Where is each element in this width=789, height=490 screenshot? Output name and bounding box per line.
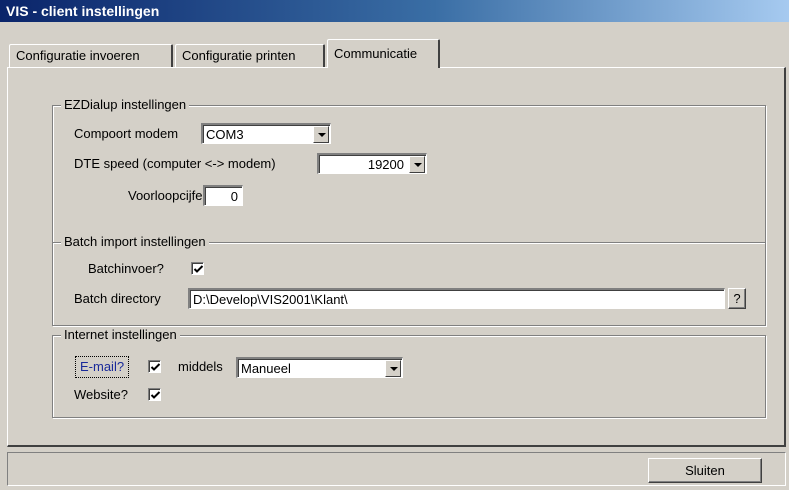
email-checkbox[interactable] <box>148 360 161 373</box>
batch-directory-value: D:\Develop\VIS2001\Klant\ <box>193 292 348 307</box>
voorloopcijfer-value: 0 <box>230 189 238 204</box>
chevron-down-icon[interactable] <box>385 360 401 377</box>
batch-directory-input[interactable]: D:\Develop\VIS2001\Klant\ <box>188 288 725 309</box>
tab-label: Configuratie printen <box>182 48 296 63</box>
tab-label: Communicatie <box>334 46 418 61</box>
chevron-down-icon[interactable] <box>313 126 329 143</box>
browse-button[interactable]: ? <box>728 288 746 309</box>
compoort-select[interactable]: COM3 <box>201 123 331 144</box>
window-title: VIS - client instellingen <box>0 0 789 22</box>
middels-select[interactable]: Manueel <box>236 357 403 378</box>
ezdialup-group: EZDialup instellingen Compoort modem COM… <box>52 97 766 243</box>
website-checkbox[interactable] <box>148 388 161 401</box>
dte-speed-select[interactable]: 19200 <box>317 153 427 174</box>
tab-configuratie-printen[interactable]: Configuratie printen <box>175 44 325 67</box>
batch-import-group: Batch import instellingen Batchinvoer? B… <box>52 234 766 326</box>
batch-directory-label: Batch directory <box>74 291 161 306</box>
sluiten-button[interactable]: Sluiten <box>648 458 762 483</box>
internet-group: Internet instellingen E-mail? middels Ma… <box>52 327 766 418</box>
middels-label: middels <box>178 359 223 374</box>
compoort-value: COM3 <box>206 127 244 142</box>
internet-legend: Internet instellingen <box>61 327 180 343</box>
checkmark-icon <box>193 265 204 273</box>
sluiten-label: Sluiten <box>685 463 725 478</box>
chevron-down-icon[interactable] <box>409 156 425 173</box>
voorloopcijfer-label: Voorloopcijfer? <box>128 188 214 203</box>
tab-communicatie[interactable]: Communicatie <box>327 39 440 68</box>
footer-bar: Sluiten <box>7 452 786 486</box>
checkmark-icon <box>150 363 161 371</box>
batchinvoer-checkbox[interactable] <box>191 262 204 275</box>
ezdialup-legend: EZDialup instellingen <box>61 97 190 113</box>
batch-legend: Batch import instellingen <box>61 234 209 250</box>
batchinvoer-label: Batchinvoer? <box>88 261 164 276</box>
website-label: Website? <box>74 387 128 402</box>
dte-speed-label: DTE speed (computer <-> modem) <box>74 156 276 171</box>
voorloopcijfer-input[interactable]: 0 <box>203 185 243 206</box>
communicatie-panel: EZDialup instellingen Compoort modem COM… <box>7 67 786 447</box>
tab-label: Configuratie invoeren <box>16 48 140 63</box>
checkmark-icon <box>150 391 161 399</box>
browse-label: ? <box>733 291 741 306</box>
dte-speed-value: 19200 <box>367 157 404 172</box>
compoort-label: Compoort modem <box>74 126 179 141</box>
tab-configuratie-invoeren[interactable]: Configuratie invoeren <box>9 44 173 67</box>
email-label: E-mail? <box>74 356 130 378</box>
middels-value: Manueel <box>241 361 291 376</box>
